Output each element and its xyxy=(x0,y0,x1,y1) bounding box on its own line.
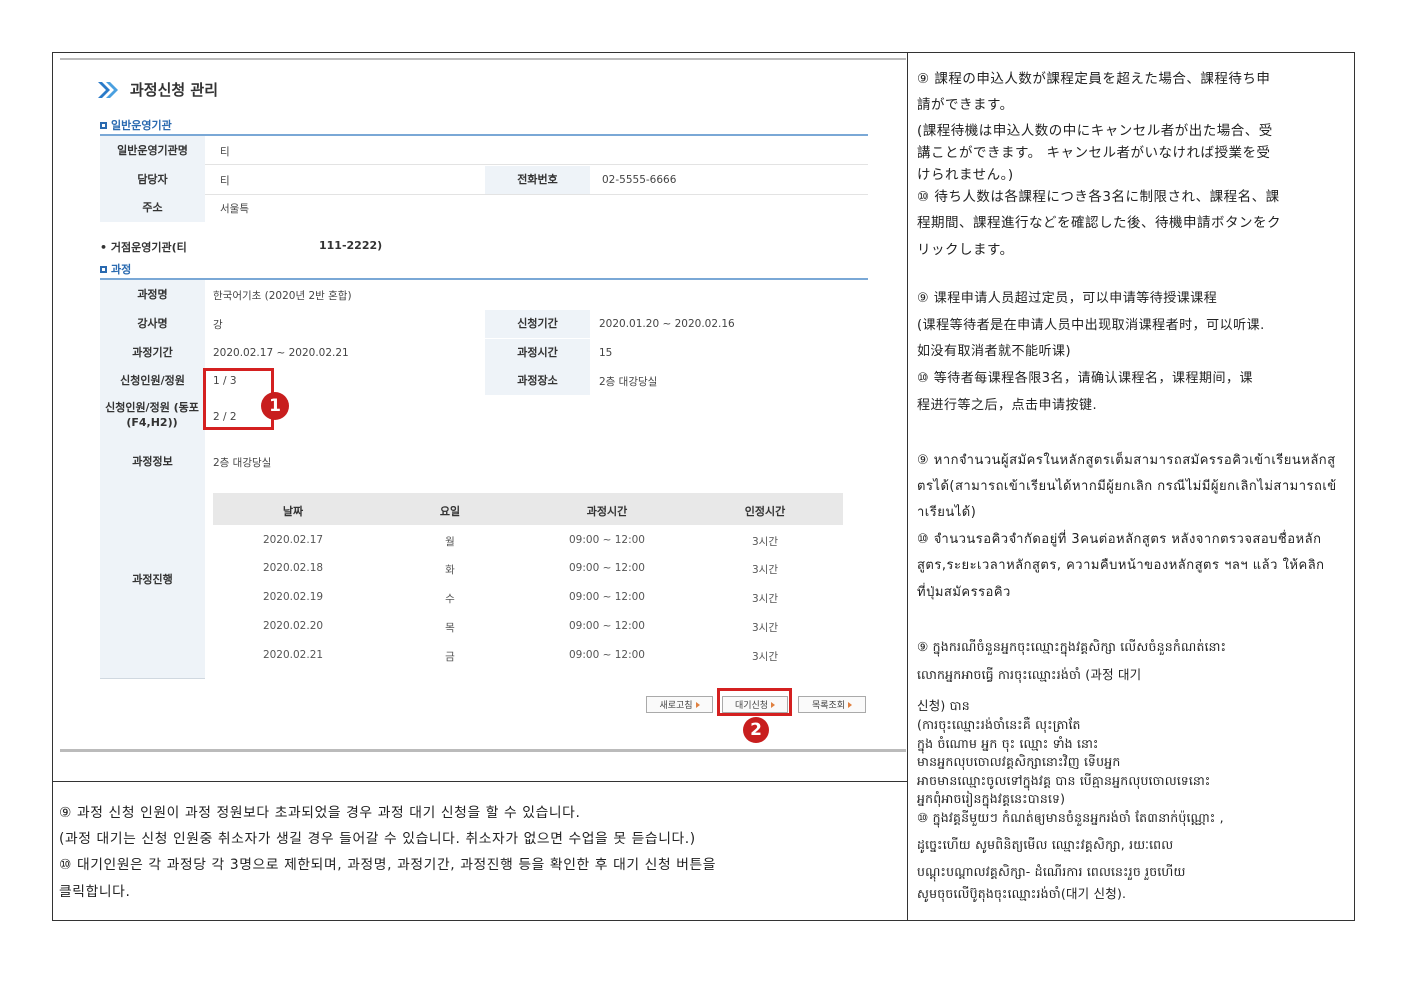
thai-line-1: ⑨ หากจำนวนผู้สมัครในหลักสูตรเต็มสามารถสม… xyxy=(917,453,1336,468)
column-divider xyxy=(907,52,908,921)
base-org-line: • 거점운영기관(티 xyxy=(100,241,187,254)
khmer-line-8: អ្នកពុំអាចរៀនក្នុងវគ្គនេះបានទេ) xyxy=(917,791,1066,806)
value-org-name: 티 xyxy=(220,145,230,158)
korean-line-2: (과정 대기는 신청 인원중 취소자가 생길 경우 들어갈 수 있습니다. 취소… xyxy=(59,831,696,847)
label-apply-period: 신청기간 xyxy=(485,310,590,338)
label-course-period: 과정기간 xyxy=(132,345,173,359)
value-manager: 티 xyxy=(220,174,230,187)
khmer-line-6: មានអ្នកលុបចោលវគ្គសិក្សានោះវិញ ទើបអ្នក xyxy=(917,754,1121,769)
square-bullet-icon xyxy=(100,265,107,273)
embedded-screenshot: 과정신청 관리 일반운영기관 일반운영기관명 티 담당자 티 전화번호 02-5… xyxy=(60,58,906,753)
square-bullet-icon xyxy=(100,121,107,129)
step-badge-1: 1 xyxy=(261,392,289,420)
chinese-line-3: 如没有取消者就不能听课) xyxy=(917,344,1072,359)
value-course-name: 한국어기초 (2020년 2반 혼합) xyxy=(213,289,352,302)
korean-line-3: ⑩ 대기인원은 각 과정당 각 3명으로 제한되며, 과정명, 과정기간, 과정… xyxy=(59,857,717,873)
label-address: 주소 xyxy=(100,195,205,221)
page-header: 과정신청 관리 xyxy=(98,79,218,100)
label-course-name: 과정명 xyxy=(137,287,168,301)
chinese-line-4: ⑩ 等待者每课程各限3名，请确认课程名，课程期间，课 xyxy=(917,371,1254,386)
list-button[interactable]: 목록조회 xyxy=(798,696,866,713)
double-chevron-icon xyxy=(98,81,118,98)
refresh-button[interactable]: 새로고침 xyxy=(646,696,713,713)
schedule-header-date: 날짜 xyxy=(282,505,304,518)
japanese-line-7: 程期間、課程進行などを確認した後、待機申請ボタンをク xyxy=(917,215,1281,231)
section-org-label: 일반운영기관 xyxy=(100,117,172,133)
value-course-hours: 15 xyxy=(599,347,613,359)
table-bottom-rule xyxy=(100,678,205,679)
value-teacher: 강 xyxy=(213,318,223,331)
japanese-line-1: ⑨ 課程の申込人数が課程定員を超えた場合、課程待ち申 xyxy=(917,71,1271,87)
thai-line-4: ⑩ จำนวนรอคิวจำกัดอยู่ที่ 3คนต่อหลักสูตร … xyxy=(917,532,1322,547)
section-course-label: 과정 xyxy=(100,261,131,277)
japanese-line-6: ⑩ 待ち人数は各課程につき各3名に制限され、課程名、課 xyxy=(917,189,1280,205)
khmer-line-2: លោកអ្នកអាចធ្វើ ការចុះឈ្មោះរង់ចាំ (과정 대기 xyxy=(917,667,1142,682)
chinese-line-5: 程进行等之后，点击申请按键. xyxy=(917,398,1098,413)
khmer-line-7: អាចមានឈ្មោះចូលទៅក្នុងវគ្គ បាន បើគ្មានអ្ន… xyxy=(917,773,1211,788)
row-divider xyxy=(205,164,868,165)
value-place: 2층 대강당실 xyxy=(599,375,658,388)
japanese-line-2: 請ができます。 xyxy=(917,97,1014,113)
arrow-right-icon xyxy=(848,701,853,708)
korean-line-1: ⑨ 과정 신청 인원이 과정 정원보다 초과되었을 경우 과정 대기 신청을 할… xyxy=(59,805,581,821)
khmer-line-5: ក្នុង ចំណោម អ្នក ចុះ ឈ្មោះ ទាំង នោះ xyxy=(917,736,1099,751)
khmer-line-3: 신청) បាន xyxy=(917,698,970,713)
khmer-line-12: សូមចុចលើប៊ូតុងចុះឈ្មោះរង់ចាំ(대기 신청). xyxy=(917,886,1127,901)
value-course-period: 2020.02.17 ~ 2020.02.21 xyxy=(213,347,349,359)
label-place: 과정장소 xyxy=(485,367,590,395)
section-rule xyxy=(100,278,868,280)
khmer-line-4: (ការចុះឈ្មោះរង់ចាំនេះគឺ លុះត្រាតែ xyxy=(917,717,1081,732)
khmer-line-11: បណ្តុះបណ្តាលវគ្គសិក្សា- ដំណើរការ ពេលនេះរ… xyxy=(917,864,1186,879)
khmer-line-10: ដូច្នេះហើយ សូមពិនិត្យមើល ឈ្មោះវគ្គសិក្សា… xyxy=(917,837,1174,852)
schedule-header-day: 요일 xyxy=(439,505,461,518)
bottom-rule xyxy=(60,749,906,752)
base-org-phone: 111-2222) xyxy=(319,239,383,252)
khmer-line-1: ⑨ ក្នុងករណីចំនួនអ្នកចុះឈ្មោះក្នុងវគ្គសិក… xyxy=(917,639,1227,654)
label-phone: 전화번호 xyxy=(485,166,590,194)
khmer-line-9: ⑩ ក្នុងវគ្គនីមួយៗ កំណត់ឲ្យមានចំនួនអ្នករង… xyxy=(917,810,1224,825)
korean-line-4: 클릭합니다. xyxy=(59,884,131,900)
top-rule xyxy=(60,58,906,60)
value-apply-period: 2020.01.20 ~ 2020.02.16 xyxy=(599,318,735,330)
label-manager: 담당자 xyxy=(100,166,205,194)
label-course-hours: 과정시간 xyxy=(485,339,590,367)
section-rule xyxy=(100,134,868,136)
step-badge-2: 2 xyxy=(743,717,769,743)
value-phone: 02-5555-6666 xyxy=(602,174,677,186)
label-org-name: 일반운영기관명 xyxy=(100,138,205,164)
highlight-waitlist-button xyxy=(717,688,792,716)
japanese-line-8: リックします。 xyxy=(917,242,1014,258)
row-divider xyxy=(52,781,908,782)
label-applicants-f4: 신청인원/정원 (동포(F4,H2)) xyxy=(105,401,199,429)
chinese-line-1: ⑨ 课程申请人员超过定员，可以申请等待授课课程 xyxy=(917,291,1218,306)
thai-line-5: สูตร,ระยะเวลาหลักสูตร, ความคืบหน้าของหลั… xyxy=(917,558,1325,573)
schedule-header-credit: 인정시간 xyxy=(744,505,786,518)
thai-line-6: ที่ปุ่มสมัครรอคิว xyxy=(917,585,1011,600)
label-applicants: 신청인원/정원 xyxy=(120,373,185,387)
label-course-progress: 과정진행 xyxy=(132,572,173,586)
arrow-right-icon xyxy=(695,701,700,708)
page-title: 과정신청 관리 xyxy=(130,81,219,99)
value-course-info: 2층 대강당실 xyxy=(213,456,272,469)
label-course-info: 과정정보 xyxy=(132,454,173,468)
thai-line-3: าเรียนได้) xyxy=(917,505,977,520)
chinese-line-2: (课程等待者是在申请人员中出现取消课程者时，可以听课. xyxy=(917,318,1265,333)
schedule-header-time: 과정시간 xyxy=(586,505,628,518)
label-teacher: 강사명 xyxy=(137,316,168,330)
row-divider xyxy=(205,194,868,195)
value-address: 서울특 xyxy=(220,202,249,215)
thai-line-2: ตรได้(สามารถเข้าเรียนได้หากมีผู้ยกเลิก ก… xyxy=(917,479,1337,494)
